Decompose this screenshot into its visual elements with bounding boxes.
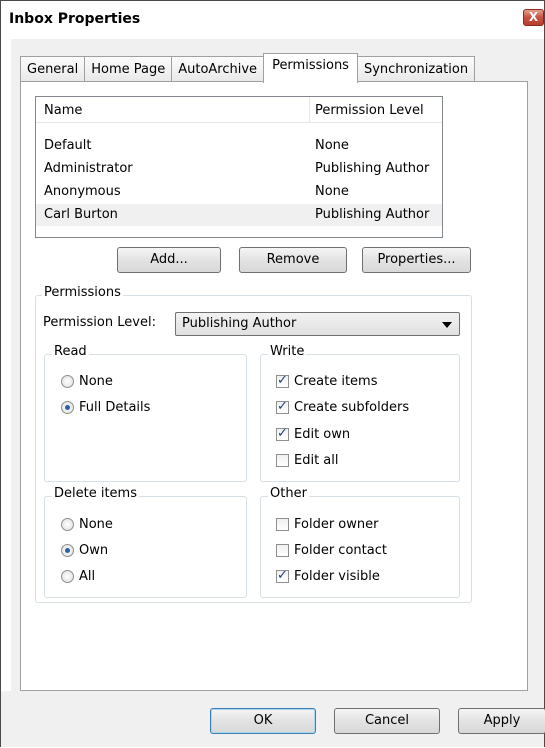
delete-own-radio[interactable]: Own [61,543,108,558]
create-items-label: Create items [294,374,378,389]
delete-all-radio[interactable]: All [61,569,95,584]
dialog-button-bar: OK Cancel Apply [1,691,545,747]
other-group-label: Other [268,486,309,501]
row-level: Publishing Author [315,161,430,176]
create-subfolders-checkbox[interactable]: Create subfolders [276,399,410,415]
tab-permissions[interactable]: Permissions [263,53,358,83]
edit-own-label: Edit own [294,427,351,442]
list-header: Name Permission Level [36,97,442,123]
remove-button[interactable]: Remove [239,247,347,273]
radio-icon [61,375,74,388]
edit-all-checkbox[interactable]: Edit all [276,453,339,468]
row-level: Publishing Author [315,207,430,222]
tab-home-page[interactable]: Home Page [84,56,173,82]
folder-owner-label: Folder owner [294,517,379,532]
tab-strip: General Home Page AutoArchive Permission… [20,53,476,83]
chevron-down-icon [442,322,452,328]
radio-selected-icon [61,544,74,557]
checkbox-checked-icon [276,373,289,388]
checkbox-unchecked-icon [276,454,289,467]
permissions-group-label: Permissions [42,285,123,300]
permissions-list[interactable]: Name Permission Level Default None Admin… [35,96,443,238]
edit-own-checkbox[interactable]: Edit own [276,426,351,442]
folder-visible-checkbox[interactable]: Folder visible [276,568,380,584]
row-name: Carl Burton [44,207,118,222]
list-row[interactable]: Anonymous None [36,181,442,203]
read-group-label: Read [52,344,89,359]
folder-owner-checkbox[interactable]: Folder owner [276,517,378,532]
radio-icon [61,518,74,531]
tab-autoarchive[interactable]: AutoArchive [171,56,265,82]
write-group-label: Write [268,344,307,359]
checkbox-unchecked-icon [276,518,289,531]
properties-button[interactable]: Properties... [362,247,471,273]
tab-synchronization[interactable]: Synchronization [356,56,476,82]
inbox-properties-dialog: Inbox Properties X General Home Page Aut… [0,0,545,748]
create-subfolders-label: Create subfolders [294,400,410,415]
folder-visible-label: Folder visible [294,569,380,584]
delete-none-label: None [79,517,113,532]
delete-items-group-label: Delete items [52,486,139,501]
add-button[interactable]: Add... [117,247,221,273]
row-name: Administrator [44,161,133,176]
read-none-radio[interactable]: None [61,374,113,389]
ok-button[interactable]: OK [210,708,316,734]
row-level: None [315,138,349,153]
title-bar: Inbox Properties X [1,1,544,39]
folder-contact-label: Folder contact [294,543,387,558]
permission-level-label: Permission Level: [43,315,156,330]
create-items-checkbox[interactable]: Create items [276,373,378,389]
folder-contact-checkbox[interactable]: Folder contact [276,543,387,558]
checkbox-checked-icon [276,426,289,441]
window-title: Inbox Properties [9,11,141,27]
row-name: Default [44,138,92,153]
read-full-details-radio[interactable]: Full Details [61,400,150,415]
checkbox-checked-icon [276,568,289,583]
window-left-edge [1,39,11,748]
checkbox-checked-icon [276,399,289,414]
apply-button[interactable]: Apply [458,708,545,734]
tab-general[interactable]: General [20,56,86,82]
radio-icon [61,570,74,583]
delete-none-radio[interactable]: None [61,517,113,532]
row-name: Anonymous [44,184,121,199]
column-header-permission-level[interactable]: Permission Level [315,103,424,118]
checkbox-unchecked-icon [276,544,289,557]
close-button[interactable]: X [523,9,544,26]
delete-own-label: Own [79,543,109,558]
column-header-name[interactable]: Name [44,103,82,118]
radio-selected-icon [61,401,74,414]
list-row[interactable]: Administrator Publishing Author [36,158,442,180]
read-none-label: None [79,374,113,389]
row-level: None [315,184,349,199]
column-divider[interactable] [309,97,310,123]
cancel-button[interactable]: Cancel [334,708,440,734]
permission-level-dropdown[interactable]: Publishing Author [175,312,460,336]
permission-level-value: Publishing Author [182,316,297,331]
list-row[interactable]: Default None [36,135,442,157]
delete-all-label: All [79,569,96,584]
list-row-selected[interactable]: Carl Burton Publishing Author [36,204,442,226]
permissions-tab-panel: Name Permission Level Default None Admin… [20,81,528,691]
read-full-details-label: Full Details [79,400,151,415]
edit-all-label: Edit all [294,453,339,468]
